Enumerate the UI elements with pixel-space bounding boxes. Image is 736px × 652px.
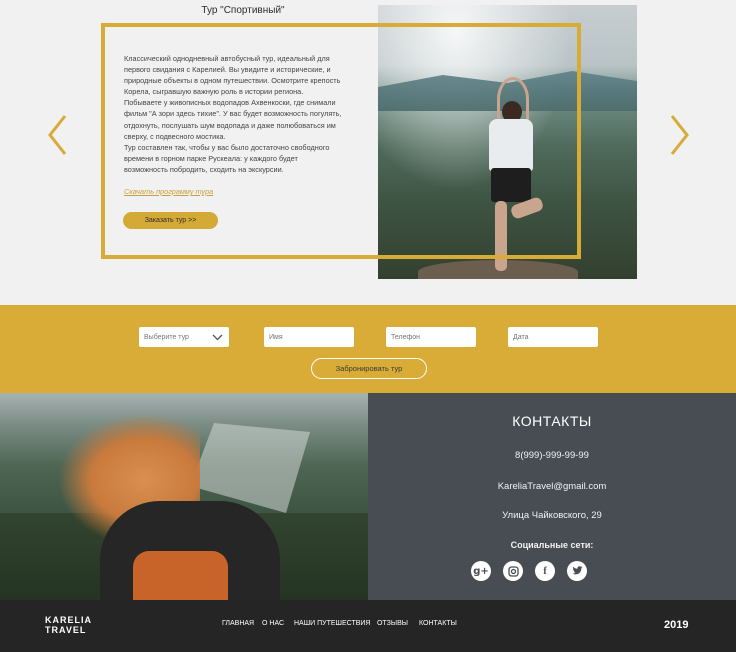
twitter-icon[interactable] [567, 561, 587, 581]
social-label: Социальные сети: [510, 540, 594, 550]
phone-input[interactable] [386, 327, 476, 347]
description-line: времени в горном парке Рускеала: у каждо… [124, 153, 298, 163]
description-line: природные объекты в одном путешествии. О… [124, 76, 341, 86]
logo-line: TRAVEL [45, 625, 87, 635]
site-logo[interactable]: KARELIA TRAVEL [45, 615, 92, 635]
description-line: первого свидания с Карелией. Вы увидите … [124, 65, 331, 75]
description-line: фильм "А зори здесь тихие". У вас будет … [124, 109, 342, 119]
traveler-photo [0, 393, 368, 600]
contact-phone[interactable]: 8(999)-999-99-99 [368, 450, 736, 461]
description-line: Корела, сыгравшую важную роль в истории … [124, 87, 304, 97]
description-line: Побываете у живописных водопадов Ахвенко… [124, 98, 336, 108]
description-line: отдохнуть, послушать шум водопада и даже… [124, 120, 336, 130]
tour-description: Классический однодневный автобусный тур,… [124, 53, 356, 175]
contacts-panel: КОНТАКТЫ 8(999)-999-99-99 KareliaTravel@… [368, 393, 736, 600]
next-slide-icon[interactable] [669, 113, 691, 157]
facebook-icon[interactable]: f [535, 561, 555, 581]
logo-line: KARELIA [45, 615, 92, 625]
contact-email[interactable]: KareliaTravel@gmail.com [368, 481, 736, 492]
contact-address: Улица Чайковского, 29 [502, 510, 602, 521]
description-line: Классический однодневный автобусный тур,… [124, 54, 330, 63]
tour-select-value: Выберите тур [144, 333, 189, 341]
snow-patch [190, 423, 310, 513]
booking-form: Выберите тур Забронировать тур [0, 305, 736, 393]
nav-reviews[interactable]: ОТЗЫВЫ [377, 620, 408, 627]
nav-home[interactable]: ГЛАВНАЯ [222, 620, 254, 627]
tour-hero: Тур "Спортивный" Классический однодневны… [0, 0, 736, 305]
description-line: сверху, с подвесного мостика. [124, 131, 226, 141]
social-links: g+ f [471, 561, 591, 581]
prev-slide-icon[interactable] [46, 113, 68, 157]
traveler-backpack [133, 551, 228, 600]
copyright-year: 2019 [664, 619, 689, 631]
nav-about[interactable]: О НАС [262, 620, 284, 627]
description-line: возможность побродить, сходить на экскур… [124, 164, 284, 174]
nav-contacts[interactable]: КОНТАКТЫ [419, 620, 457, 627]
order-tour-button[interactable]: Заказать тур >> [123, 212, 218, 229]
description-line: Тур составлен так, чтобы у вас было дост… [124, 142, 330, 152]
chevron-down-icon [212, 334, 223, 340]
contacts-title: КОНТАКТЫ [512, 413, 592, 429]
book-tour-button[interactable]: Забронировать тур [311, 358, 427, 379]
download-program-link[interactable]: Скачать программу тура [124, 187, 213, 196]
name-input[interactable] [264, 327, 354, 347]
tour-select[interactable]: Выберите тур [139, 327, 229, 347]
date-input[interactable] [508, 327, 598, 347]
instagram-icon[interactable] [503, 561, 523, 581]
site-footer: KARELIA TRAVEL ГЛАВНАЯ О НАС НАШИ ПУТЕШЕ… [0, 600, 736, 652]
tour-title: Тур "Спортивный" [201, 5, 285, 16]
nav-our-trips[interactable]: НАШИ ПУТЕШЕСТВИЯ [294, 620, 370, 627]
google-plus-icon[interactable]: g+ [471, 561, 491, 581]
